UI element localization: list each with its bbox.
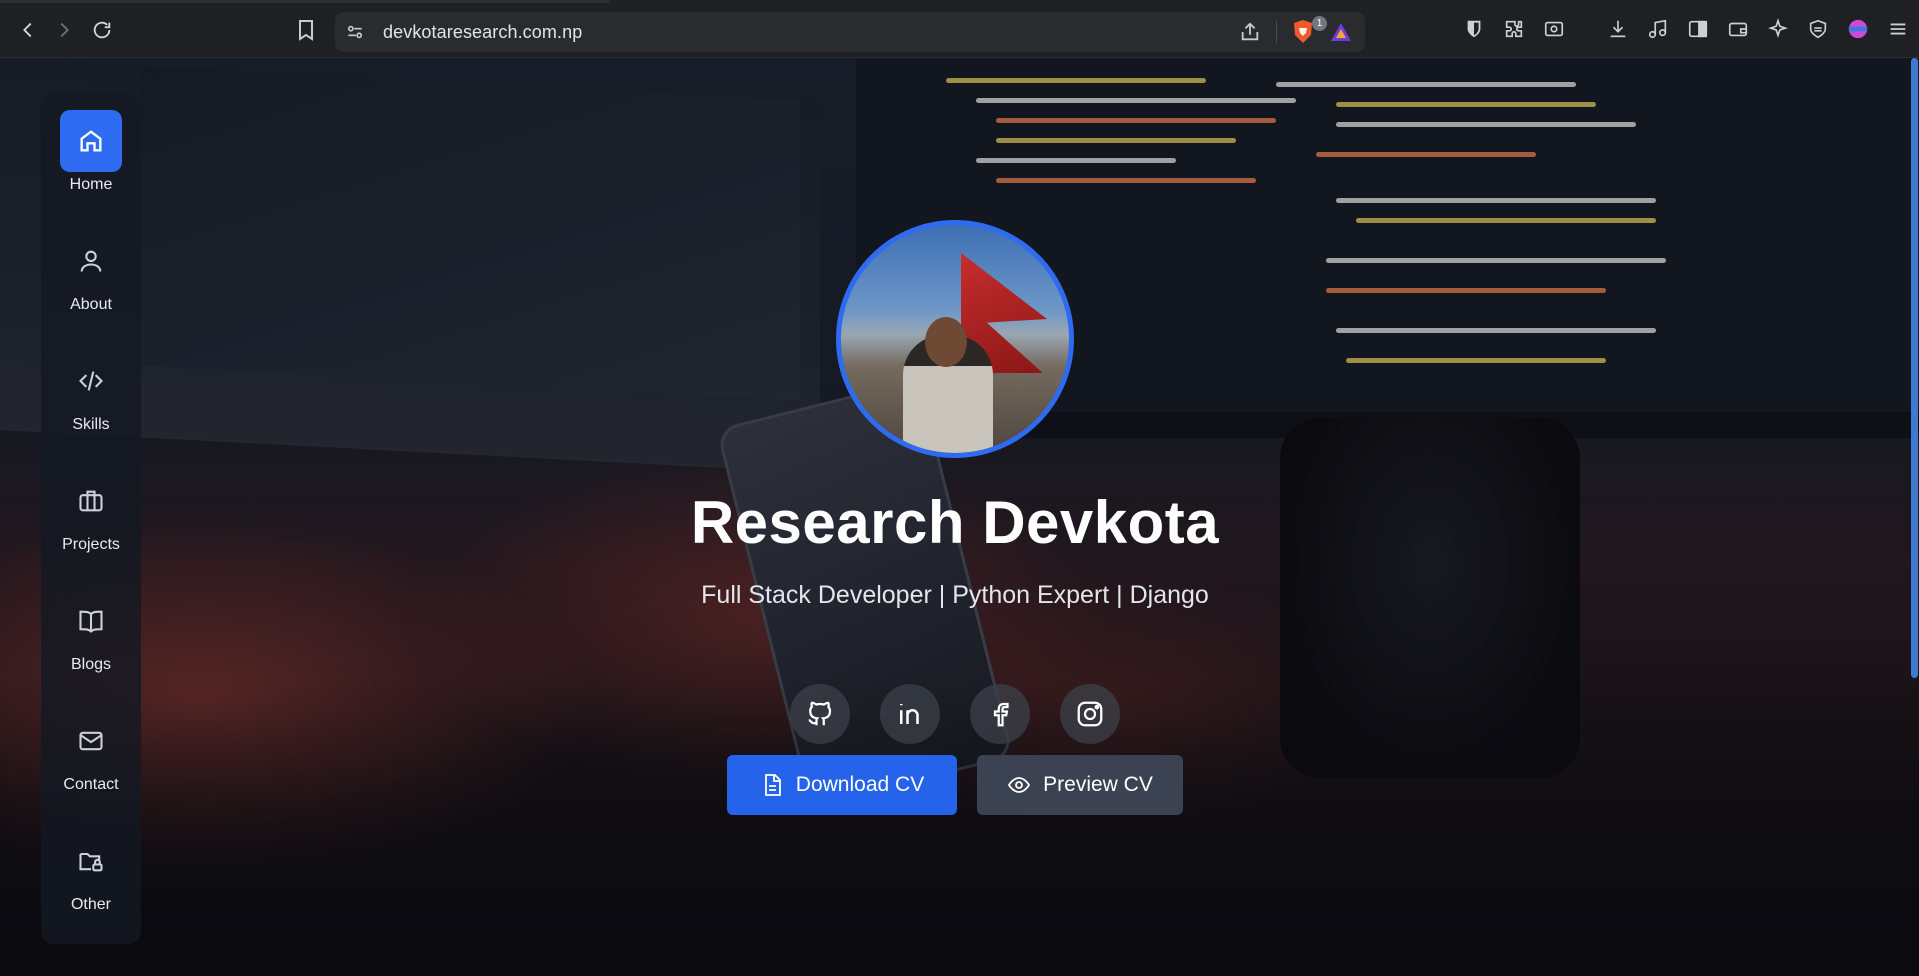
nav-label-blogs: Blogs xyxy=(70,656,112,673)
github-link[interactable] xyxy=(790,684,850,744)
address-bar[interactable]: devkotaresearch.com.np 1 xyxy=(335,12,1365,52)
sparkle-icon xyxy=(1768,18,1788,39)
portfolio-page: Home About Skills Projects Blogs Contact… xyxy=(0,58,1919,976)
wallet-button[interactable] xyxy=(1725,16,1751,42)
bitwarden-extension[interactable] xyxy=(1461,16,1487,42)
nav-label-about: About xyxy=(70,296,112,313)
profile-avatar xyxy=(836,220,1074,458)
leo-ai-button[interactable] xyxy=(1765,16,1791,42)
facebook-icon xyxy=(993,702,1009,727)
social-links xyxy=(790,684,1120,744)
password-shield-icon xyxy=(1467,20,1481,38)
page-scrollbar[interactable] xyxy=(1909,58,1919,976)
screenshot-button[interactable] xyxy=(1541,16,1567,42)
sidebar-toggle-button[interactable] xyxy=(1685,16,1711,42)
preview-cv-button[interactable]: Preview CV xyxy=(977,755,1183,815)
preview-cv-label: Preview CV xyxy=(1043,773,1153,796)
screenshot-icon xyxy=(1544,21,1564,37)
download-icon xyxy=(1610,20,1626,38)
media-button[interactable] xyxy=(1645,16,1671,42)
nav-item-home[interactable]: Home xyxy=(41,110,141,210)
nav-item-other[interactable]: Other xyxy=(41,830,141,930)
browser-toolbar: devkotaresearch.com.np 1 xyxy=(0,0,1919,58)
shields-count-badge: 1 xyxy=(1312,16,1327,31)
github-icon xyxy=(808,701,832,726)
back-arrow-icon xyxy=(23,22,32,38)
nav-label-other: Other xyxy=(70,896,111,913)
vpn-shield-icon xyxy=(1809,19,1827,39)
nav-item-contact[interactable]: Contact xyxy=(41,710,141,810)
hero-subtitle: Full Stack Developer | Python Expert | D… xyxy=(701,581,1209,609)
nav-label-contact: Contact xyxy=(63,776,119,793)
site-settings-icon[interactable] xyxy=(345,22,365,42)
eye-icon xyxy=(1008,777,1031,793)
wallet-icon xyxy=(1728,22,1748,37)
sidebar-panel-icon xyxy=(1688,20,1708,38)
hamburger-menu-icon xyxy=(1890,23,1906,35)
reload-icon xyxy=(93,21,111,39)
forward-button[interactable] xyxy=(50,16,78,44)
code-icon xyxy=(60,350,122,412)
url-text[interactable]: devkotaresearch.com.np xyxy=(383,22,582,43)
puzzle-icon xyxy=(1505,20,1523,38)
download-cv-button[interactable]: Download CV xyxy=(727,755,957,815)
address-bar-divider xyxy=(1276,21,1277,43)
facebook-link[interactable] xyxy=(970,684,1030,744)
profile-button[interactable] xyxy=(1845,16,1871,42)
document-icon xyxy=(764,774,781,796)
extension-toolbar xyxy=(1461,16,1911,42)
bookmark-button[interactable] xyxy=(294,18,318,42)
nav-label-skills: Skills xyxy=(72,416,110,433)
nav-label-home: Home xyxy=(69,176,113,193)
scrollbar-thumb[interactable] xyxy=(1911,58,1918,678)
nav-item-skills[interactable]: Skills xyxy=(41,350,141,450)
menu-button[interactable] xyxy=(1885,16,1911,42)
tab-strip-edge xyxy=(0,0,610,3)
home-icon xyxy=(60,110,122,172)
forward-arrow-icon xyxy=(60,22,69,38)
instagram-icon xyxy=(1077,701,1103,727)
profile-avatar-icon xyxy=(1848,19,1868,39)
reload-button[interactable] xyxy=(88,16,116,44)
brave-rewards-icon[interactable] xyxy=(1329,20,1353,44)
downloads-button[interactable] xyxy=(1605,16,1631,42)
mail-icon xyxy=(60,710,122,772)
instagram-link[interactable] xyxy=(1060,684,1120,744)
user-icon xyxy=(60,230,122,292)
folder-lock-icon xyxy=(60,830,122,892)
download-cv-label: Download CV xyxy=(795,773,925,796)
share-icon[interactable] xyxy=(1239,21,1261,43)
extensions-button[interactable] xyxy=(1501,16,1527,42)
hero-name: Research Devkota xyxy=(690,489,1220,556)
vpn-button[interactable] xyxy=(1805,16,1831,42)
linkedin-link[interactable] xyxy=(880,684,940,744)
nav-item-about[interactable]: About xyxy=(41,230,141,330)
music-note-icon xyxy=(1648,19,1667,39)
avatar-head xyxy=(925,317,967,367)
linkedin-icon xyxy=(900,704,919,724)
bookmark-icon xyxy=(299,20,313,41)
back-button[interactable] xyxy=(14,16,42,44)
